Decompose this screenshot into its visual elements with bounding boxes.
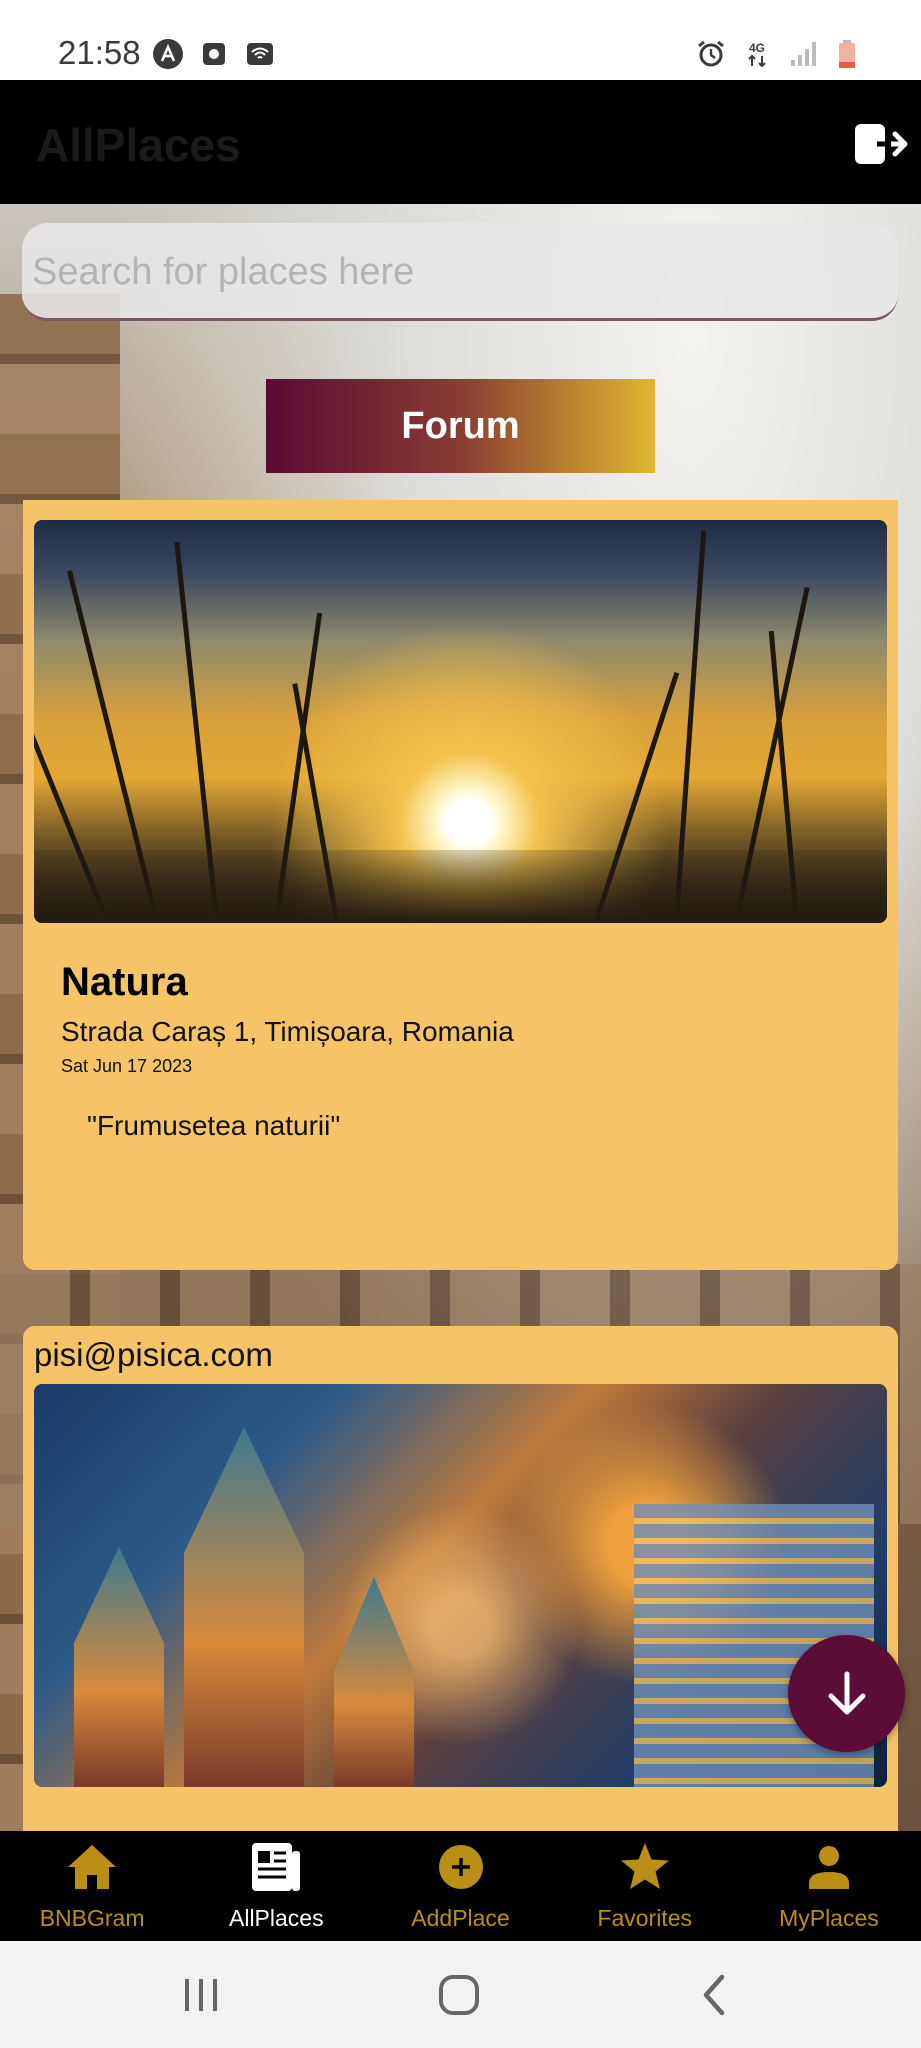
page-title: AllPlaces	[36, 119, 241, 171]
place-card[interactable]: Natura Strada Caraș 1, Timișoara, Romani…	[23, 500, 898, 1270]
author-email: pisi@pisica.com	[34, 1336, 273, 1373]
nav-item-bnbgram[interactable]: BNBGram	[0, 1831, 184, 1941]
search-field[interactable]	[22, 223, 898, 321]
recent-apps-icon[interactable]	[171, 1969, 231, 2021]
home-button-icon[interactable]	[429, 1969, 489, 2021]
alarm-icon	[698, 40, 724, 67]
nav-label: MyPlaces	[779, 1905, 879, 1931]
battery-low-icon	[839, 40, 855, 68]
nav-item-favorites[interactable]: Favorites	[553, 1831, 737, 1941]
place-date: Sat Jun 17 2023	[61, 1056, 193, 1076]
nav-label: AllPlaces	[229, 1905, 324, 1931]
wifi-calling-icon	[247, 43, 273, 65]
article-icon	[252, 1843, 301, 1891]
bottom-navigation: BNBGram AllPlaces AddPlace Favorites MyP…	[0, 1831, 921, 1941]
home-icon	[68, 1845, 117, 1889]
app-notification-icon	[153, 39, 183, 69]
svg-text:4G: 4G	[749, 41, 765, 55]
place-description: "Frumusetea naturii"	[87, 1110, 341, 1141]
person-icon	[808, 1846, 849, 1889]
nav-label: Favorites	[597, 1905, 692, 1931]
nav-item-allplaces[interactable]: AllPlaces	[184, 1831, 368, 1941]
nav-label: BNBGram	[39, 1905, 145, 1931]
add-circle-icon	[438, 1845, 483, 1889]
place-image	[34, 520, 887, 923]
scroll-down-button[interactable]	[788, 1635, 905, 1752]
status-bar: 21:58 4G	[0, 0, 921, 80]
status-time: 21:58	[58, 34, 141, 71]
city-photo	[34, 1384, 887, 1787]
search-input[interactable]	[22, 223, 898, 318]
sunset-photo	[34, 520, 887, 923]
nav-item-myplaces[interactable]: MyPlaces	[737, 1831, 921, 1941]
nav-item-addplace[interactable]: AddPlace	[368, 1831, 552, 1941]
forum-button[interactable]: Forum	[266, 379, 655, 473]
logout-icon[interactable]	[851, 114, 911, 174]
status-right-icons: 4G	[695, 38, 865, 70]
app-bar: AllPlaces	[0, 80, 921, 204]
signal-icon	[791, 42, 816, 66]
arrow-down-icon	[828, 1671, 865, 1714]
place-address: Strada Caraș 1, Timișoara, Romania	[61, 1016, 514, 1047]
place-card[interactable]: pisi@pisica.com	[23, 1326, 898, 1846]
place-image	[34, 1384, 887, 1787]
network-4g-icon: 4G	[748, 41, 766, 68]
back-icon[interactable]	[686, 1969, 746, 2021]
status-left-icons	[152, 38, 276, 70]
system-navigation-bar	[0, 1941, 921, 2048]
star-icon	[620, 1843, 669, 1889]
media-notification-icon	[203, 43, 225, 65]
place-name: Natura	[61, 960, 188, 1004]
nav-label: AddPlace	[411, 1905, 510, 1931]
